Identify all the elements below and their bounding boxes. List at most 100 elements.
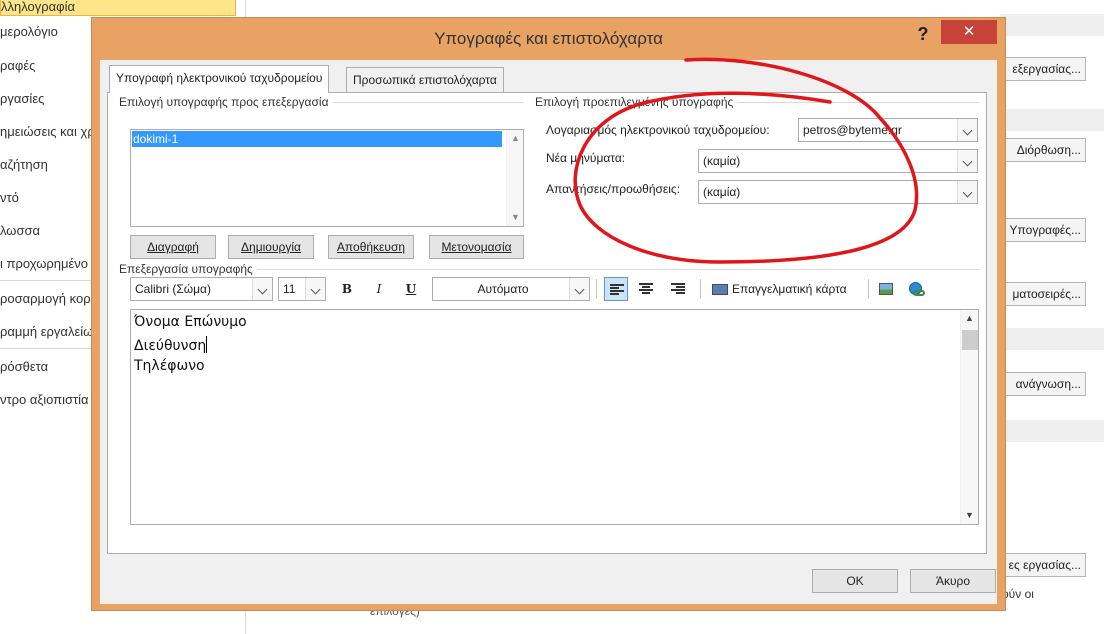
underline-button[interactable]: U bbox=[399, 277, 423, 301]
nav-item-label: ρόσθετα bbox=[0, 359, 49, 374]
font-size-select[interactable]: 11 bbox=[278, 277, 326, 301]
nav-item-label: ραμμή εργαλείων bbox=[0, 324, 100, 339]
bold-button[interactable]: B bbox=[335, 277, 359, 301]
new-messages-select[interactable]: (καμία) bbox=[698, 149, 978, 173]
button-label: ανάγνωση... bbox=[1015, 377, 1081, 391]
nav-item-customize-ribbon[interactable]: ροσαρμογή κορ bbox=[0, 289, 91, 309]
new-button[interactable]: Δημιουργία bbox=[228, 235, 314, 259]
tab-email-signature[interactable]: Υπογραφή ηλεκτρονικού ταχυδρομείου bbox=[109, 65, 330, 93]
replies-select[interactable]: (καμία) bbox=[698, 180, 978, 204]
toolbar-divider bbox=[868, 279, 869, 299]
tab-personal-stationery[interactable]: Προσωπικά επιστολόχαρτα bbox=[346, 67, 504, 93]
editor-line-address: Διεύθυνση bbox=[134, 336, 208, 354]
scroll-thumb[interactable] bbox=[962, 330, 978, 350]
ok-button[interactable]: OK bbox=[812, 569, 898, 593]
align-left-button[interactable] bbox=[604, 277, 628, 301]
nav-item-trust-center[interactable]: ντρο αξιοπιστία bbox=[0, 390, 89, 410]
italic-button[interactable]: I bbox=[367, 277, 391, 301]
button-label: Διαγραφή bbox=[147, 240, 199, 254]
group-divider bbox=[130, 269, 979, 270]
scroll-down-icon[interactable]: ▼ bbox=[964, 510, 975, 521]
list-scrollbar[interactable]: ▲ ▼ bbox=[506, 130, 523, 226]
nav-item-mobile[interactable]: ντό bbox=[0, 188, 19, 208]
insert-picture-button[interactable] bbox=[874, 277, 898, 301]
help-button[interactable]: ? bbox=[908, 23, 938, 45]
nav-item-quick-access-toolbar[interactable]: ραμμή εργαλείων bbox=[0, 322, 100, 342]
nav-item-addins[interactable]: ρόσθετα bbox=[0, 357, 48, 377]
nav-item-tasks[interactable]: ργασίες bbox=[0, 89, 44, 109]
dialog-body: Υπογραφή ηλεκτρονικού ταχυδρομείου Προσω… bbox=[100, 60, 997, 604]
nav-item-calendar[interactable]: μερολόγιο bbox=[0, 22, 58, 42]
account-label: Λογαριασμός ηλεκτρονικού ταχυδρομείου: bbox=[546, 123, 770, 137]
list-item[interactable]: dokimi-1 bbox=[132, 131, 502, 147]
align-left-icon bbox=[610, 284, 624, 295]
toolbar-divider bbox=[596, 279, 597, 299]
nav-item-label: μερολόγιο bbox=[0, 24, 58, 39]
text-cursor bbox=[206, 336, 208, 353]
editor-scrollbar[interactable]: ▲ ▼ bbox=[960, 310, 978, 524]
signature-list[interactable]: dokimi-1 ▲ ▼ bbox=[130, 129, 524, 227]
account-select[interactable]: petros@byteme.gr bbox=[798, 118, 978, 142]
select-signature-label: Επιλογή υπογραφής προς επεξεργασία bbox=[119, 95, 333, 109]
insert-hyperlink-button[interactable] bbox=[904, 277, 928, 301]
nav-item-notes[interactable]: ημειώσεις και χρ bbox=[0, 122, 95, 142]
cancel-button[interactable]: Άκυρο bbox=[910, 569, 996, 593]
chevron-down-icon[interactable] bbox=[957, 181, 977, 203]
business-card-button[interactable]: Επαγγελματική κάρτα bbox=[712, 277, 862, 301]
signatures-button[interactable]: Υπογραφές... bbox=[996, 218, 1086, 242]
chain-icon bbox=[913, 290, 925, 296]
toolbar-divider bbox=[700, 279, 701, 299]
chevron-down-icon[interactable] bbox=[957, 150, 977, 172]
button-label: Διόρθωση... bbox=[1016, 143, 1081, 157]
nav-item-advanced[interactable]: ι προχωρημένο bbox=[0, 254, 88, 274]
nav-item-label: ημειώσεις και χρ bbox=[0, 124, 95, 139]
background-text: ούν οι bbox=[1002, 587, 1034, 601]
signature-editor[interactable]: Όνομα Επώνυμο Διεύθυνση Τηλέφωνο ▲ ▼ bbox=[130, 309, 979, 525]
reading-pane-button[interactable]: ανάγνωση... bbox=[996, 372, 1086, 396]
button-label: ματοσειρές... bbox=[1012, 287, 1081, 301]
font-select[interactable]: Calibri (Σώμα) bbox=[130, 277, 273, 301]
delete-button[interactable]: Διαγραφή bbox=[130, 235, 216, 259]
font-color-select[interactable]: Αυτόματο bbox=[432, 277, 590, 301]
align-center-button[interactable] bbox=[634, 277, 658, 301]
nav-item-people[interactable]: ραφές bbox=[0, 56, 35, 76]
nav-item-mail[interactable]: λληλογραφία bbox=[0, 0, 236, 16]
editor-options-button-2[interactable]: ες εργασίας... bbox=[996, 553, 1086, 577]
scroll-up-icon[interactable]: ▲ bbox=[510, 133, 521, 144]
stationery-fonts-button[interactable]: ματοσειρές... bbox=[996, 282, 1086, 306]
align-right-button[interactable] bbox=[666, 277, 690, 301]
rename-button[interactable]: Μετονομασία bbox=[429, 235, 524, 259]
button-label: Δημιουργία bbox=[241, 240, 301, 254]
close-button[interactable]: ✕ bbox=[941, 20, 997, 44]
editor-options-button[interactable]: εξεργασίας... bbox=[996, 57, 1086, 81]
chevron-down-icon[interactable] bbox=[252, 278, 272, 300]
spelling-button[interactable]: Διόρθωση... bbox=[996, 138, 1086, 162]
nav-item-label: λωσσα bbox=[0, 223, 41, 238]
button-label: Μετονομασία bbox=[441, 240, 512, 254]
nav-item-language[interactable]: λωσσα bbox=[0, 221, 40, 241]
section-header-band bbox=[1000, 109, 1104, 131]
chevron-down-icon[interactable] bbox=[569, 278, 589, 300]
editor-line-address-text: Διεύθυνση bbox=[134, 338, 207, 354]
font-color-value: Αυτόματο bbox=[477, 282, 529, 296]
default-signature-label: Επιλογή προεπιλεγμένης υπογραφής bbox=[535, 95, 738, 109]
save-button[interactable]: Αποθήκευση bbox=[328, 235, 414, 259]
picture-icon bbox=[879, 283, 893, 295]
font-size-value: 11 bbox=[283, 282, 296, 296]
section-header-band bbox=[1000, 420, 1104, 442]
signatures-dialog: Υπογραφές και επιστολόχαρτα ? ✕ Υπογραφή… bbox=[91, 17, 1006, 611]
dialog-title: Υπογραφές και επιστολόχαρτα bbox=[434, 29, 663, 48]
nav-item-label: ροσαρμογή κορ bbox=[0, 291, 91, 306]
chevron-down-icon[interactable] bbox=[305, 278, 325, 300]
nav-item-search[interactable]: αζήτηση bbox=[0, 155, 48, 175]
nav-item-label: ντρο αξιοπιστία bbox=[0, 392, 89, 407]
new-messages-value: (καμία) bbox=[703, 154, 741, 168]
scroll-up-icon[interactable]: ▲ bbox=[964, 313, 975, 324]
button-label: εξεργασίας... bbox=[1012, 62, 1081, 76]
editor-line-name: Όνομα Επώνυμο bbox=[134, 314, 247, 330]
chevron-down-icon[interactable] bbox=[957, 119, 977, 141]
business-card-icon bbox=[712, 284, 728, 296]
button-label: Επαγγελματική κάρτα bbox=[732, 282, 847, 296]
scroll-down-icon[interactable]: ▼ bbox=[510, 212, 521, 223]
section-header-band bbox=[1000, 328, 1104, 350]
